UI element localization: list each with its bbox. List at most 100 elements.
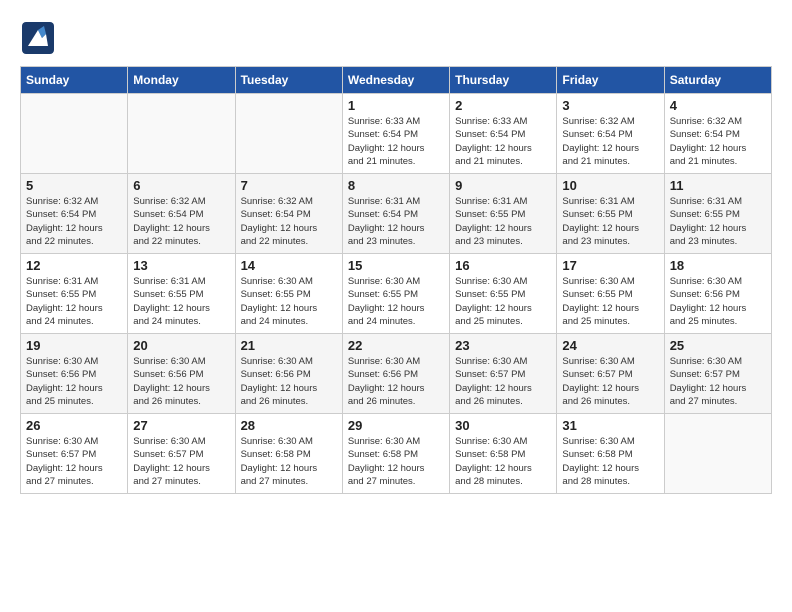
- day-number: 17: [562, 258, 658, 273]
- day-number: 4: [670, 98, 766, 113]
- day-number: 26: [26, 418, 122, 433]
- day-info: Sunrise: 6:31 AMSunset: 6:55 PMDaylight:…: [455, 195, 551, 248]
- logo-icon: [20, 20, 56, 56]
- day-cell: 3Sunrise: 6:32 AMSunset: 6:54 PMDaylight…: [557, 94, 664, 174]
- day-number: 6: [133, 178, 229, 193]
- day-cell: [664, 414, 771, 494]
- col-header-monday: Monday: [128, 67, 235, 94]
- day-info: Sunrise: 6:33 AMSunset: 6:54 PMDaylight:…: [348, 115, 444, 168]
- day-number: 10: [562, 178, 658, 193]
- day-cell: 24 Sunrise: 6:30 AMSunset: 6:57 PMDayligh…: [557, 334, 664, 414]
- day-number: 22: [348, 338, 444, 353]
- day-info: Sunrise: 6:31 AMSunset: 6:55 PMDaylight:…: [26, 275, 122, 328]
- day-cell: 5 Sunrise: 6:32 AMSunset: 6:54 PMDaylight…: [21, 174, 128, 254]
- day-info: Sunrise: 6:30 AMSunset: 6:56 PMDaylight:…: [670, 275, 766, 328]
- col-header-thursday: Thursday: [450, 67, 557, 94]
- col-header-wednesday: Wednesday: [342, 67, 449, 94]
- col-header-saturday: Saturday: [664, 67, 771, 94]
- day-info: Sunrise: 6:30 AMSunset: 6:57 PMDaylight:…: [26, 435, 122, 488]
- day-cell: 27Sunrise: 6:30 AMSunset: 6:57 PMDayligh…: [128, 414, 235, 494]
- day-cell: 2 Sunrise: 6:33 AMSunset: 6:54 PMDaylight…: [450, 94, 557, 174]
- day-info: Sunrise: 6:31 AMSunset: 6:55 PMDaylight:…: [562, 195, 658, 248]
- day-number: 30: [455, 418, 551, 433]
- day-cell: 31Sunrise: 6:30 AMSunset: 6:58 PMDayligh…: [557, 414, 664, 494]
- day-number: 29: [348, 418, 444, 433]
- day-number: 24: [562, 338, 658, 353]
- day-cell: 11Sunrise: 6:31 AMSunset: 6:55 PMDayligh…: [664, 174, 771, 254]
- day-cell: 22 Sunrise: 6:30 AMSunset: 6:56 PMDayligh…: [342, 334, 449, 414]
- logo: [20, 20, 60, 56]
- day-cell: 14 Sunrise: 6:30 AMSunset: 6:55 PMDayligh…: [235, 254, 342, 334]
- day-info: Sunrise: 6:31 AMSunset: 6:55 PMDaylight:…: [670, 195, 766, 248]
- day-cell: [21, 94, 128, 174]
- day-info: Sunrise: 6:32 AMSunset: 6:54 PMDaylight:…: [133, 195, 229, 248]
- day-info: Sunrise: 6:32 AMSunset: 6:54 PMDaylight:…: [241, 195, 337, 248]
- week-row-1: 1 Sunrise: 6:33 AMSunset: 6:54 PMDaylight…: [21, 94, 772, 174]
- day-info: Sunrise: 6:30 AMSunset: 6:55 PMDaylight:…: [241, 275, 337, 328]
- day-info: Sunrise: 6:30 AMSunset: 6:58 PMDaylight:…: [348, 435, 444, 488]
- day-cell: 6 Sunrise: 6:32 AMSunset: 6:54 PMDaylight…: [128, 174, 235, 254]
- week-row-2: 5 Sunrise: 6:32 AMSunset: 6:54 PMDaylight…: [21, 174, 772, 254]
- day-cell: 30 Sunrise: 6:30 AMSunset: 6:58 PMDayligh…: [450, 414, 557, 494]
- day-number: 23: [455, 338, 551, 353]
- day-cell: 10 Sunrise: 6:31 AMSunset: 6:55 PMDayligh…: [557, 174, 664, 254]
- day-info: Sunrise: 6:30 AMSunset: 6:58 PMDaylight:…: [241, 435, 337, 488]
- day-number: 2: [455, 98, 551, 113]
- day-info: Sunrise: 6:32 AMSunset: 6:54 PMDaylight:…: [670, 115, 766, 168]
- calendar-body: 1 Sunrise: 6:33 AMSunset: 6:54 PMDaylight…: [21, 94, 772, 494]
- day-info: Sunrise: 6:30 AMSunset: 6:56 PMDaylight:…: [348, 355, 444, 408]
- day-number: 20: [133, 338, 229, 353]
- day-cell: 13 Sunrise: 6:31 AMSunset: 6:55 PMDayligh…: [128, 254, 235, 334]
- day-cell: 8 Sunrise: 6:31 AMSunset: 6:54 PMDaylight…: [342, 174, 449, 254]
- day-info: Sunrise: 6:31 AMSunset: 6:54 PMDaylight:…: [348, 195, 444, 248]
- day-number: 15: [348, 258, 444, 273]
- day-info: Sunrise: 6:30 AMSunset: 6:57 PMDaylight:…: [133, 435, 229, 488]
- day-info: Sunrise: 6:30 AMSunset: 6:56 PMDaylight:…: [133, 355, 229, 408]
- day-info: Sunrise: 6:30 AMSunset: 6:55 PMDaylight:…: [348, 275, 444, 328]
- day-cell: 20 Sunrise: 6:30 AMSunset: 6:56 PMDayligh…: [128, 334, 235, 414]
- day-cell: 26 Sunrise: 6:30 AMSunset: 6:57 PMDayligh…: [21, 414, 128, 494]
- day-info: Sunrise: 6:30 AMSunset: 6:58 PMDaylight:…: [455, 435, 551, 488]
- day-info: Sunrise: 6:30 AMSunset: 6:56 PMDaylight:…: [241, 355, 337, 408]
- day-cell: 25Sunrise: 6:30 AMSunset: 6:57 PMDayligh…: [664, 334, 771, 414]
- day-info: Sunrise: 6:30 AMSunset: 6:55 PMDaylight:…: [562, 275, 658, 328]
- day-number: 12: [26, 258, 122, 273]
- day-number: 9: [455, 178, 551, 193]
- day-cell: 17 Sunrise: 6:30 AMSunset: 6:55 PMDayligh…: [557, 254, 664, 334]
- day-cell: [235, 94, 342, 174]
- day-cell: 29 Sunrise: 6:30 AMSunset: 6:58 PMDayligh…: [342, 414, 449, 494]
- calendar-header-row: SundayMondayTuesdayWednesdayThursdayFrid…: [21, 67, 772, 94]
- page-header: [20, 20, 772, 56]
- day-info: Sunrise: 6:31 AMSunset: 6:55 PMDaylight:…: [133, 275, 229, 328]
- day-number: 13: [133, 258, 229, 273]
- day-number: 5: [26, 178, 122, 193]
- day-number: 7: [241, 178, 337, 193]
- day-info: Sunrise: 6:30 AMSunset: 6:56 PMDaylight:…: [26, 355, 122, 408]
- day-cell: 1 Sunrise: 6:33 AMSunset: 6:54 PMDaylight…: [342, 94, 449, 174]
- day-cell: [128, 94, 235, 174]
- day-info: Sunrise: 6:32 AMSunset: 6:54 PMDaylight:…: [26, 195, 122, 248]
- day-number: 28: [241, 418, 337, 433]
- day-cell: 23Sunrise: 6:30 AMSunset: 6:57 PMDayligh…: [450, 334, 557, 414]
- day-cell: 28 Sunrise: 6:30 AMSunset: 6:58 PMDayligh…: [235, 414, 342, 494]
- day-cell: 4 Sunrise: 6:32 AMSunset: 6:54 PMDaylight…: [664, 94, 771, 174]
- day-number: 18: [670, 258, 766, 273]
- day-number: 1: [348, 98, 444, 113]
- col-header-tuesday: Tuesday: [235, 67, 342, 94]
- day-number: 31: [562, 418, 658, 433]
- day-cell: 19Sunrise: 6:30 AMSunset: 6:56 PMDayligh…: [21, 334, 128, 414]
- calendar-table: SundayMondayTuesdayWednesdayThursdayFrid…: [20, 66, 772, 494]
- day-number: 21: [241, 338, 337, 353]
- day-cell: 9 Sunrise: 6:31 AMSunset: 6:55 PMDaylight…: [450, 174, 557, 254]
- day-info: Sunrise: 6:30 AMSunset: 6:57 PMDaylight:…: [562, 355, 658, 408]
- day-cell: 16 Sunrise: 6:30 AMSunset: 6:55 PMDayligh…: [450, 254, 557, 334]
- day-info: Sunrise: 6:30 AMSunset: 6:55 PMDaylight:…: [455, 275, 551, 328]
- day-number: 16: [455, 258, 551, 273]
- day-info: Sunrise: 6:33 AMSunset: 6:54 PMDaylight:…: [455, 115, 551, 168]
- day-number: 8: [348, 178, 444, 193]
- week-row-3: 12 Sunrise: 6:31 AMSunset: 6:55 PMDayligh…: [21, 254, 772, 334]
- day-number: 3: [562, 98, 658, 113]
- day-cell: 18 Sunrise: 6:30 AMSunset: 6:56 PMDayligh…: [664, 254, 771, 334]
- day-number: 14: [241, 258, 337, 273]
- col-header-friday: Friday: [557, 67, 664, 94]
